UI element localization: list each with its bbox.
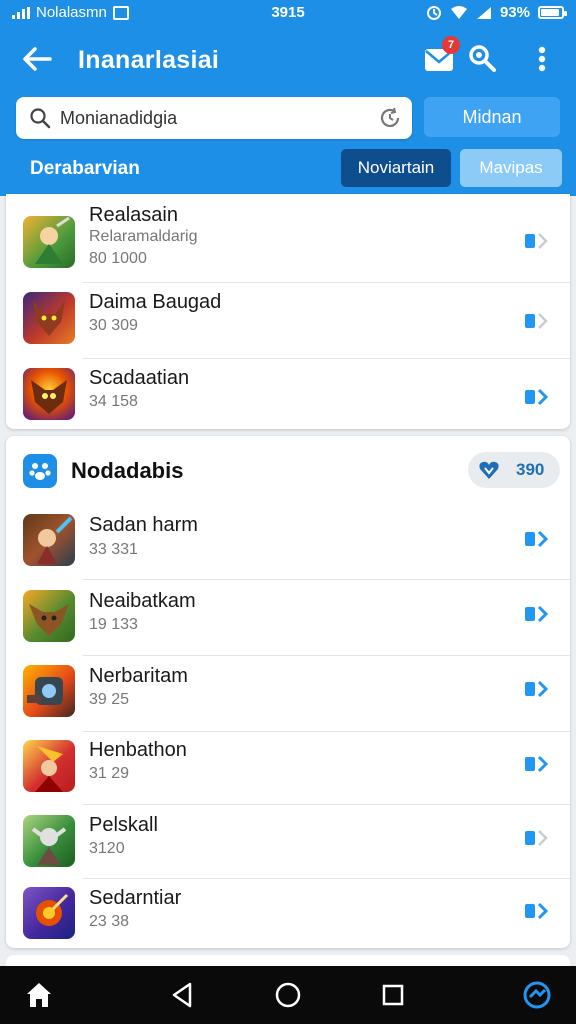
filter-label: Derabarvian [30, 158, 140, 179]
item-meta: 23 38 [89, 913, 130, 930]
list-item[interactable]: Daima Baugad 30 309 [6, 283, 570, 358]
open-arrow-icon[interactable] [524, 828, 550, 848]
search-input-value: Monianadidgia [60, 108, 178, 128]
item-meta: 3120 [89, 840, 125, 857]
open-arrow-icon[interactable] [524, 231, 550, 251]
section-header: Nodadabis 390 [6, 436, 570, 506]
item-meta: 33 331 [89, 541, 138, 558]
wifi-icon [450, 5, 467, 19]
open-arrow-icon[interactable] [524, 604, 550, 624]
status-bar: Nolalasmn 3915 93% [0, 0, 576, 26]
item-name: Scadaatian [89, 367, 190, 389]
game-thumbnail [23, 368, 75, 420]
mail-button[interactable]: 7 [422, 36, 460, 76]
item-subtitle: Relaramaldarig [89, 228, 198, 245]
item-meta: 19 133 [89, 616, 138, 633]
item-meta: 31 29 [89, 765, 130, 782]
item-meta: 30 309 [89, 317, 138, 334]
list-item[interactable]: Realasain Relaramaldarig 80 1000 [6, 194, 570, 282]
more-vert-icon[interactable] [530, 42, 554, 76]
open-arrow-icon[interactable] [524, 679, 550, 699]
search-field-icon [30, 108, 51, 129]
item-meta: 39 25 [89, 691, 130, 708]
mail-badge: 7 [442, 36, 460, 54]
item-meta: 80 1000 [89, 250, 147, 267]
list-item[interactable]: Neaibatkam 19 133 [6, 580, 570, 655]
game-thumbnail [23, 216, 75, 268]
navigation-bar [0, 966, 576, 1024]
heart-shield-icon [479, 461, 499, 479]
badge-value: 390 [516, 460, 545, 479]
game-thumbnail [23, 665, 75, 717]
battery-percent: 93% [499, 4, 530, 21]
list-item[interactable]: Nerbaritam 39 25 [6, 656, 570, 731]
open-arrow-icon[interactable] [524, 387, 550, 407]
home-circle-icon[interactable] [273, 980, 303, 1010]
game-thumbnail [23, 514, 75, 566]
filter-chip-active[interactable]: Noviartain [341, 149, 451, 187]
back-arrow-icon[interactable] [20, 44, 56, 74]
search-input[interactable]: Monianadidgia [16, 97, 412, 139]
list-item[interactable]: Henbathon 31 29 [6, 732, 570, 804]
open-arrow-icon[interactable] [524, 311, 550, 331]
open-arrow-icon[interactable] [524, 901, 550, 921]
open-arrow-icon[interactable] [524, 754, 550, 774]
recents-icon[interactable] [378, 980, 408, 1010]
item-name: Pelskall [89, 814, 158, 836]
item-name: Sadan harm [89, 514, 198, 536]
list-item[interactable]: Scadaatian 34 158 [6, 359, 570, 429]
item-name: Henbathon [89, 739, 187, 761]
top-list-card: Realasain Relaramaldarig 80 1000 Daima B… [6, 194, 570, 429]
search-submit-button[interactable]: Midnan [424, 97, 560, 137]
list-item[interactable]: Sadan harm 33 331 [6, 506, 570, 579]
battery-icon [538, 6, 567, 19]
section-title: Nodadabis [71, 458, 184, 483]
section-badge[interactable]: 390 [468, 452, 560, 488]
game-thumbnail [23, 740, 75, 792]
assistant-icon[interactable] [522, 980, 552, 1010]
open-arrow-icon[interactable] [524, 529, 550, 549]
game-thumbnail [23, 292, 75, 344]
item-name: Nerbaritam [89, 665, 188, 687]
paw-icon [23, 454, 57, 488]
history-icon[interactable] [378, 106, 402, 130]
item-name: Daima Baugad [89, 291, 222, 313]
item-name: Realasain [89, 204, 178, 226]
item-name: Neaibatkam [89, 590, 196, 612]
back-triangle-icon[interactable] [168, 980, 198, 1010]
game-thumbnail [23, 887, 75, 939]
sync-icon [426, 5, 441, 20]
item-name: Sedarntiar [89, 887, 182, 909]
app-bar: Inanarlasiai 7 Monianadidgia Midnan Dera… [0, 26, 576, 196]
list-item[interactable]: Pelskall 3120 [6, 805, 570, 878]
list-item[interactable]: Sedarntiar 23 38 [6, 879, 570, 948]
search-icon[interactable] [466, 42, 500, 76]
section-card: Nodadabis 390 Sadan harm 33 331 Neaibatk… [6, 436, 570, 948]
game-thumbnail [23, 815, 75, 867]
page-title: Inanarlasiai [78, 46, 220, 74]
cell-signal-icon [476, 6, 491, 19]
home-icon[interactable] [24, 980, 54, 1010]
game-thumbnail [23, 590, 75, 642]
filter-chip-inactive[interactable]: Mavipas [460, 149, 562, 187]
item-meta: 34 158 [89, 393, 138, 410]
